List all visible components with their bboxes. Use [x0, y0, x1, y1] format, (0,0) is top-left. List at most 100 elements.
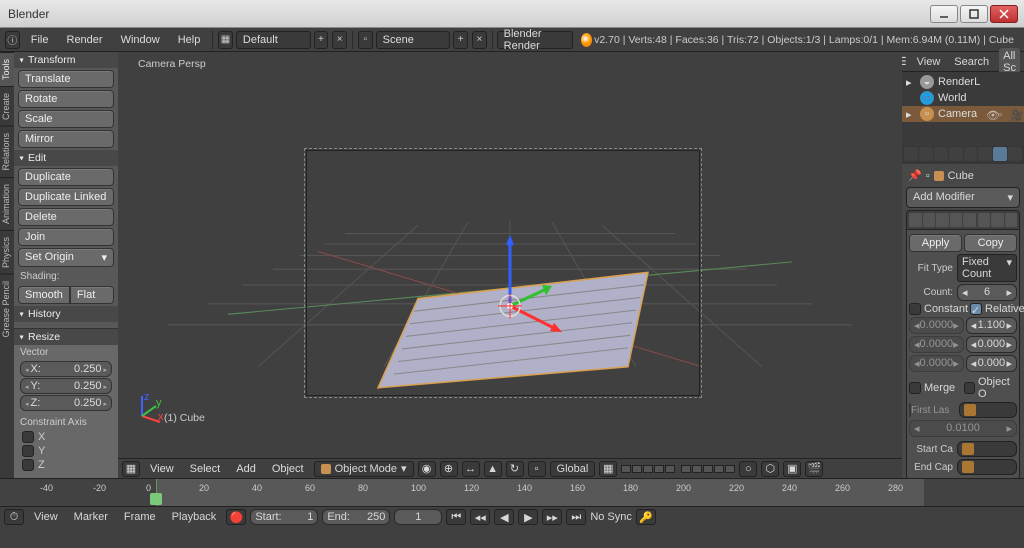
- scale-button[interactable]: Scale: [18, 110, 114, 128]
- menu-window[interactable]: Window: [113, 32, 168, 48]
- set-origin-button[interactable]: Set Origin▾: [18, 248, 114, 267]
- prop-tab-object-icon[interactable]: [964, 147, 978, 161]
- panel-edit-header[interactable]: Edit: [14, 150, 118, 166]
- scene-remove-icon[interactable]: ×: [472, 31, 487, 49]
- mode-dropdown[interactable]: Object Mode▾: [314, 461, 414, 477]
- editor-type-icon[interactable]: ⓘ: [5, 31, 20, 49]
- layers-icon[interactable]: ▦: [599, 461, 617, 477]
- rotate-button[interactable]: Rotate: [18, 90, 114, 108]
- tl-menu-playback[interactable]: Playback: [166, 509, 223, 525]
- editor-type-timeline-icon[interactable]: ⏱: [4, 509, 24, 525]
- pin-icon[interactable]: 📌: [908, 169, 922, 182]
- translate-button[interactable]: Translate: [18, 70, 114, 88]
- prop-tab-constraints-icon[interactable]: [978, 147, 992, 161]
- tab-physics[interactable]: Physics: [0, 230, 14, 274]
- modifier-apply-button[interactable]: Apply: [909, 234, 962, 252]
- prop-tab-world-icon[interactable]: [949, 147, 963, 161]
- screen-layout-icon[interactable]: ▦: [218, 31, 233, 49]
- vp-menu-object[interactable]: Object: [266, 461, 310, 477]
- vp-menu-add[interactable]: Add: [230, 461, 262, 477]
- layer-buttons[interactable]: [621, 465, 735, 473]
- tl-menu-frame[interactable]: Frame: [118, 509, 162, 525]
- menu-file[interactable]: File: [23, 32, 57, 48]
- end-frame-field[interactable]: End:250: [322, 509, 390, 525]
- snap-target-icon[interactable]: ▣: [783, 461, 801, 477]
- prop-tab-render-icon[interactable]: [904, 147, 918, 161]
- layout-add-icon[interactable]: +: [314, 31, 329, 49]
- keyframe-prev-icon[interactable]: ◂◂: [470, 509, 490, 525]
- tab-create[interactable]: Create: [0, 86, 14, 126]
- manipulator-translate-icon[interactable]: ▲: [484, 461, 502, 477]
- maximize-button[interactable]: [960, 5, 988, 23]
- prop-tab-modifiers-icon[interactable]: [993, 147, 1007, 161]
- manipulator-toggle-icon[interactable]: ↔: [462, 461, 480, 477]
- modifier-realtime-toggle-icon[interactable]: [950, 213, 963, 227]
- tab-grease-pencil[interactable]: Grease Pencil: [0, 274, 14, 344]
- close-button[interactable]: [990, 5, 1018, 23]
- count-field[interactable]: ◂6▸: [957, 284, 1017, 301]
- modifier-copy-button[interactable]: Copy: [964, 234, 1017, 252]
- prop-tab-renderlayers-icon[interactable]: [919, 147, 933, 161]
- duplicate-linked-button[interactable]: Duplicate Linked: [18, 188, 114, 206]
- shading-dropdown-icon[interactable]: ◉: [418, 461, 436, 477]
- minimize-button[interactable]: [930, 5, 958, 23]
- tl-menu-marker[interactable]: Marker: [68, 509, 114, 525]
- opengl-render-icon[interactable]: 🎬: [805, 461, 823, 477]
- operator-header[interactable]: Resize: [14, 329, 118, 345]
- auto-keyframe-icon[interactable]: 🔴: [226, 509, 246, 525]
- outliner[interactable]: ▸◒RenderL 🌐World ▸▫Camera 👁▫🎥: [902, 72, 1024, 146]
- fit-type-dropdown[interactable]: Fixed Count▾: [957, 254, 1017, 282]
- outliner-menu-search[interactable]: Search: [950, 54, 993, 70]
- timeline-ruler[interactable]: -40-200204060801001201401601802002202402…: [0, 479, 1024, 507]
- constraint-y-checkbox[interactable]: Y: [14, 444, 118, 458]
- play-reverse-icon[interactable]: ◀: [494, 509, 514, 525]
- end-cap-picker[interactable]: [957, 459, 1017, 475]
- screen-layout-dropdown[interactable]: Default: [236, 31, 311, 49]
- smooth-button[interactable]: Smooth: [18, 286, 70, 304]
- render-engine-dropdown[interactable]: Blender Render: [497, 31, 573, 49]
- delete-button[interactable]: Delete: [18, 208, 114, 226]
- outliner-menu-view[interactable]: View: [913, 54, 945, 70]
- pivot-icon[interactable]: ⊕: [440, 461, 458, 477]
- resize-y-field[interactable]: Y:0.250: [20, 378, 112, 394]
- scene-icon[interactable]: ▫: [358, 31, 373, 49]
- menu-render[interactable]: Render: [59, 32, 111, 48]
- constraint-x-checkbox[interactable]: X: [14, 430, 118, 444]
- jump-end-icon[interactable]: ⏭: [566, 509, 586, 525]
- orientation-dropdown[interactable]: Global: [550, 461, 596, 477]
- resize-x-field[interactable]: X:0.250: [20, 361, 112, 377]
- prop-tab-data-icon[interactable]: [1008, 147, 1022, 161]
- modifier-delete-icon[interactable]: [1005, 213, 1018, 227]
- menu-help[interactable]: Help: [170, 32, 209, 48]
- modifier-expand-icon[interactable]: [909, 213, 922, 227]
- vp-menu-view[interactable]: View: [144, 461, 180, 477]
- outliner-item-camera[interactable]: ▸▫Camera 👁▫🎥: [902, 106, 1024, 122]
- scene-dropdown[interactable]: Scene: [376, 31, 451, 49]
- keyframe-next-icon[interactable]: ▸▸: [542, 509, 562, 525]
- duplicate-button[interactable]: Duplicate: [18, 168, 114, 186]
- jump-start-icon[interactable]: ⏮: [446, 509, 466, 525]
- modifier-moveup-icon[interactable]: [978, 213, 991, 227]
- snap-icon[interactable]: ⬡: [761, 461, 779, 477]
- start-frame-field[interactable]: Start:1: [250, 509, 318, 525]
- proportional-edit-icon[interactable]: ○: [739, 461, 757, 477]
- tab-tools[interactable]: Tools: [0, 52, 14, 86]
- modifier-editmode-toggle-icon[interactable]: [963, 213, 976, 227]
- relative-offset-checkbox[interactable]: ✓Relative: [970, 303, 1024, 315]
- object-offset-checkbox[interactable]: Object O: [964, 376, 1017, 400]
- current-frame-field[interactable]: 1: [394, 509, 442, 525]
- layout-remove-icon[interactable]: ×: [332, 31, 347, 49]
- editor-type-3dview-icon[interactable]: ▦: [122, 461, 140, 477]
- current-frame-indicator[interactable]: [156, 479, 157, 506]
- prop-tab-scene-icon[interactable]: [934, 147, 948, 161]
- mirror-button[interactable]: Mirror: [18, 130, 114, 148]
- modifier-movedown-icon[interactable]: [991, 213, 1004, 227]
- flat-button[interactable]: Flat: [70, 286, 114, 304]
- start-cap-picker[interactable]: [957, 441, 1017, 457]
- vp-menu-select[interactable]: Select: [184, 461, 227, 477]
- object-offset-picker[interactable]: [959, 402, 1017, 418]
- add-modifier-dropdown[interactable]: Add Modifier▾: [906, 187, 1020, 208]
- tab-animation[interactable]: Animation: [0, 177, 14, 230]
- play-icon[interactable]: ▶: [518, 509, 538, 525]
- keying-set-icon[interactable]: 🔑: [636, 509, 656, 525]
